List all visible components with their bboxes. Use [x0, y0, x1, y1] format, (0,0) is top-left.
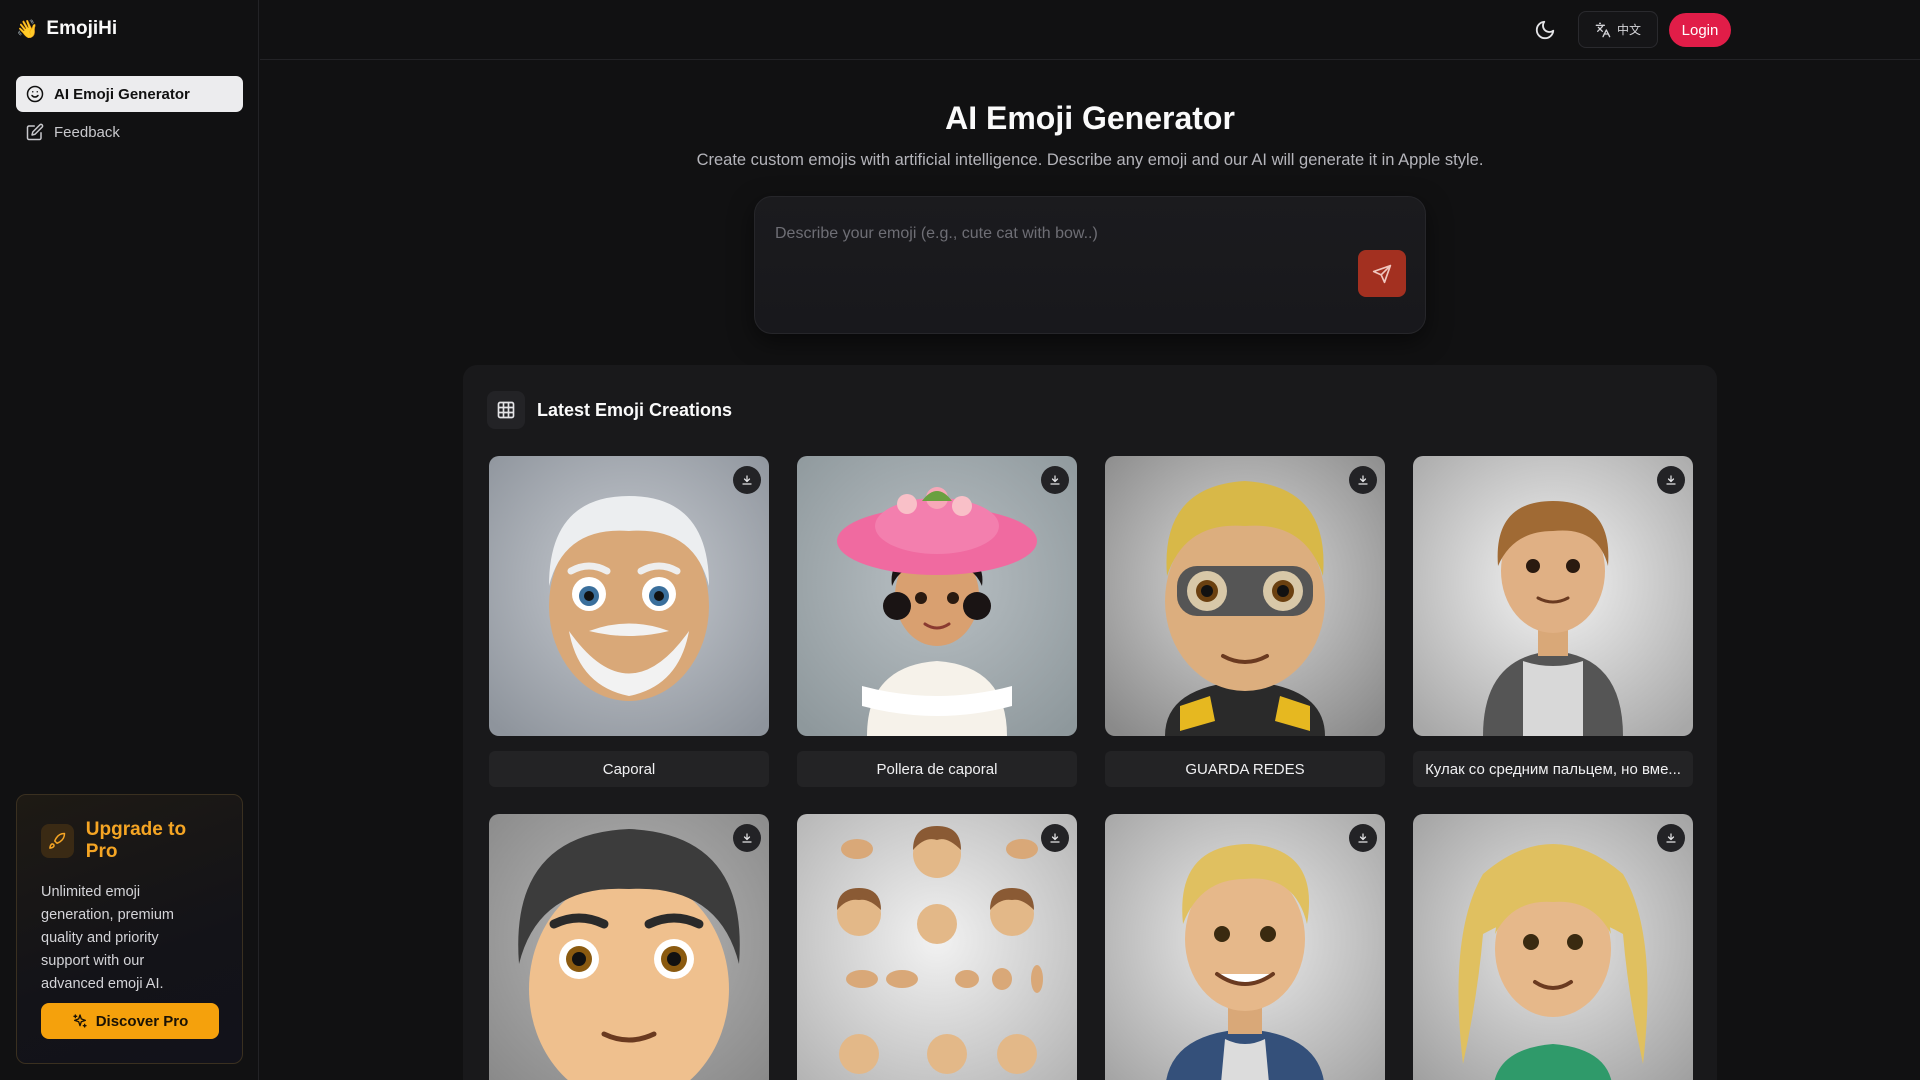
pro-description: Unlimited emoji generation, premium qual… [41, 884, 174, 992]
emoji-card[interactable] [1413, 814, 1693, 1080]
page-title: AI Emoji Generator [945, 100, 1235, 136]
emoji-card[interactable] [1105, 814, 1385, 1080]
emoji-caption: Кулак со средним пальцем, но вме... [1413, 751, 1693, 787]
sidebar-item-ai-emoji-generator[interactable]: AI Emoji Generator [16, 76, 243, 112]
sparkles-icon [73, 1014, 87, 1028]
language-label: 中文 [1616, 23, 1641, 37]
edit-icon [26, 123, 44, 141]
emoji-card[interactable] [797, 814, 1077, 1080]
upgrade-pro-card: Upgrade to Pro Unlimited emoji generatio… [16, 794, 243, 1064]
download-icon[interactable] [1041, 466, 1069, 494]
pro-title: Upgrade to Pro [85, 819, 187, 862]
emoji-card[interactable]: GUARDA REDES [1105, 456, 1385, 787]
emoji-caption: Pollera de caporal [797, 751, 1077, 787]
emoji-caption: GUARDA REDES [1105, 751, 1385, 787]
download-icon[interactable] [1657, 466, 1685, 494]
discover-pro-button[interactable]: Discover Pro [41, 1003, 219, 1039]
send-button[interactable] [1358, 250, 1406, 297]
emoji-image[interactable] [1105, 456, 1385, 736]
emoji-card[interactable]: Кулак со средним пальцем, но вме... [1413, 456, 1693, 787]
waving-hand-icon: 👋 [16, 18, 39, 39]
download-icon[interactable] [1349, 824, 1377, 852]
sidebar: 👋 EmojiHi AI Emoji Generator Feedback Up… [0, 0, 259, 1080]
brand-logo[interactable]: 👋 EmojiHi [16, 18, 117, 40]
emoji-prompt-input[interactable] [775, 225, 1335, 243]
emoji-image[interactable] [1413, 456, 1693, 736]
gallery-title: Latest Emoji Creations [537, 399, 733, 420]
emoji-image[interactable] [489, 814, 769, 1080]
emoji-card[interactable] [489, 814, 769, 1080]
emoji-image[interactable] [1105, 814, 1385, 1080]
grid-icon [487, 391, 525, 429]
login-button[interactable]: Login [1669, 13, 1731, 47]
moon-icon [1535, 20, 1555, 40]
download-icon[interactable] [1041, 824, 1069, 852]
page-subtitle: Create custom emojis with artificial int… [696, 151, 1484, 169]
sidebar-item-label: AI Emoji Generator [54, 85, 190, 103]
emoji-image[interactable] [489, 456, 769, 736]
download-icon[interactable] [1349, 466, 1377, 494]
latest-creations-section: Latest Emoji Creations Caporal Pollera d… [463, 365, 1717, 1080]
smile-icon [26, 85, 44, 103]
sidebar-item-feedback[interactable]: Feedback [16, 114, 243, 150]
download-icon[interactable] [733, 824, 761, 852]
discover-pro-label: Discover Pro [95, 1012, 189, 1030]
emoji-card[interactable]: Pollera de caporal [797, 456, 1077, 787]
sidebar-nav: AI Emoji Generator Feedback [16, 76, 243, 152]
send-icon [1372, 264, 1392, 283]
emoji-card[interactable]: Caporal [489, 456, 769, 787]
download-icon[interactable] [1657, 824, 1685, 852]
language-button[interactable]: 中文 [1578, 11, 1658, 48]
brand-name: EmojiHi [46, 18, 118, 39]
top-bar: 中文 Login [260, 0, 1920, 60]
emoji-image[interactable] [1413, 814, 1693, 1080]
prompt-box [754, 196, 1426, 334]
emoji-image[interactable] [797, 456, 1077, 736]
theme-toggle-button[interactable] [1529, 14, 1561, 46]
emoji-caption: Caporal [489, 751, 769, 787]
translate-icon [1595, 22, 1611, 37]
rocket-icon [41, 824, 74, 858]
download-icon[interactable] [733, 466, 761, 494]
emoji-image[interactable] [797, 814, 1077, 1080]
sidebar-item-label: Feedback [54, 123, 120, 141]
